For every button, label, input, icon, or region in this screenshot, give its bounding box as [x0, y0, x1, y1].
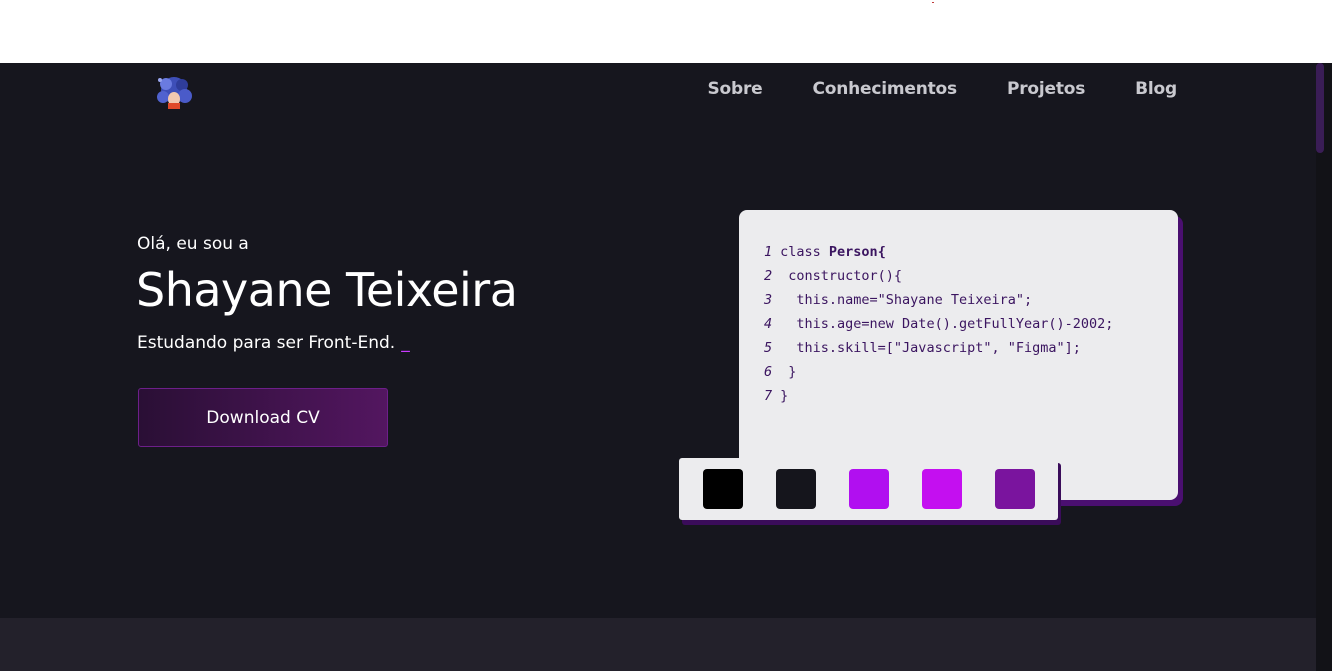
code-line: 5 this.skill=["Javascript", "Figma"]; — [764, 336, 1113, 360]
code-text: this.name="Shayane Teixeira"; — [780, 292, 1033, 308]
line-number: 7 — [764, 388, 773, 404]
code-line: 6 } — [764, 360, 1113, 384]
code-line: 3 this.name="Shayane Teixeira"; — [764, 288, 1113, 312]
decorative-dot — [932, 2, 934, 3]
line-number: 2 — [764, 268, 773, 284]
hero-role: Estudando para ser Front-End. _ — [137, 333, 410, 353]
color-swatch-1 — [703, 469, 743, 509]
code-text: constructor(){ — [780, 268, 903, 284]
code-text: } — [780, 388, 789, 404]
hero-name: Shayane Teixeira — [136, 263, 518, 317]
main-nav: Sobre Conhecimentos Projetos Blog — [707, 79, 1177, 99]
scrollbar-thumb[interactable] — [1316, 63, 1324, 153]
color-swatch-3 — [849, 469, 889, 509]
color-swatch-5 — [995, 469, 1035, 509]
code-text: } — [780, 364, 797, 380]
line-number: 4 — [764, 316, 773, 332]
hero-role-text: Estudando para ser Front-End. — [137, 333, 396, 353]
avatar-logo-icon[interactable] — [152, 72, 198, 112]
code-text: this.age=new Date().getFullYear()-2002; — [780, 316, 1114, 332]
nav-link-blog[interactable]: Blog — [1135, 79, 1177, 99]
nav-link-sobre[interactable]: Sobre — [707, 79, 762, 99]
line-number: 1 — [764, 244, 773, 260]
line-number: 6 — [764, 364, 773, 380]
code-block: 1 class Person{ 2 constructor(){ 3 this.n… — [764, 240, 1113, 408]
code-line: 1 class Person{ — [764, 240, 1113, 264]
next-section — [0, 618, 1316, 671]
code-line: 4 this.age=new Date().getFullYear()-2002… — [764, 312, 1113, 336]
code-class-name: Person{ — [828, 244, 886, 260]
color-swatch-4 — [922, 469, 962, 509]
scrollbar-track[interactable] — [1316, 63, 1332, 671]
nav-link-conhecimentos[interactable]: Conhecimentos — [812, 79, 957, 99]
nav-link-projetos[interactable]: Projetos — [1007, 79, 1085, 99]
download-cv-button[interactable]: Download CV — [138, 388, 388, 447]
hero-greeting: Olá, eu sou a — [137, 234, 249, 254]
page: Sobre Conhecimentos Projetos Blog Olá, e… — [0, 63, 1316, 671]
line-number: 3 — [764, 292, 773, 308]
code-line: 7} — [764, 384, 1113, 408]
typing-cursor: _ — [401, 333, 410, 353]
line-number: 5 — [764, 340, 773, 356]
browser-top-area — [0, 0, 1332, 63]
code-line: 2 constructor(){ — [764, 264, 1113, 288]
color-palette — [679, 458, 1058, 520]
code-text: this.skill=["Javascript", "Figma"]; — [780, 340, 1081, 356]
color-swatch-2 — [776, 469, 816, 509]
code-text: class — [780, 244, 829, 260]
code-card: 1 class Person{ 2 constructor(){ 3 this.n… — [739, 210, 1178, 500]
